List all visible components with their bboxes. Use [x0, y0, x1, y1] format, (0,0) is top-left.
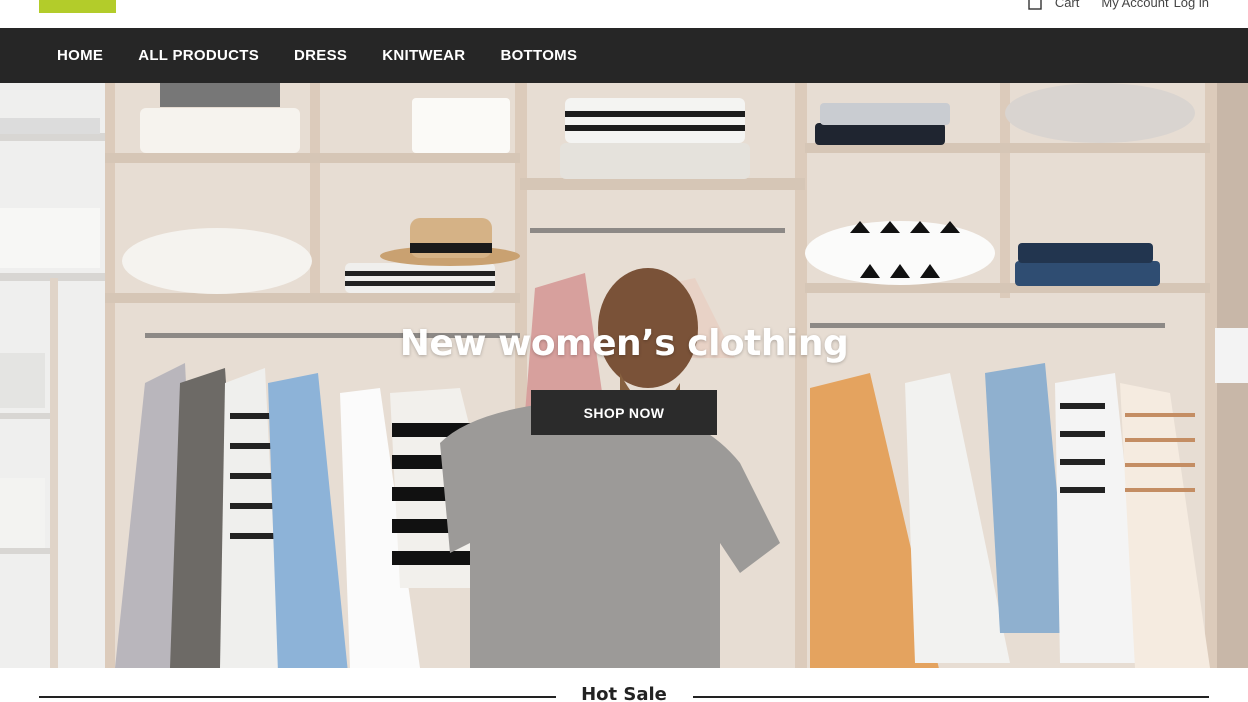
nav-item-dress[interactable]: DRESS — [294, 47, 347, 64]
shop-now-button[interactable]: SHOP NOW — [531, 390, 717, 435]
cart-link[interactable]: Cart — [1055, 0, 1080, 10]
top-header: Cart My Account Log in — [0, 0, 1248, 28]
store-logo[interactable] — [39, 0, 116, 13]
nav-item-bottoms[interactable]: BOTTOMS — [500, 47, 577, 64]
hot-sale-heading: Hot Sale — [39, 680, 1209, 702]
login-link[interactable]: Log in — [1174, 0, 1209, 10]
bag-icon[interactable] — [1028, 0, 1042, 10]
hero-image — [0, 83, 1248, 668]
nav-item-all-products[interactable]: ALL PRODUCTS — [138, 47, 259, 64]
nav-item-knitwear[interactable]: KNITWEAR — [382, 47, 465, 64]
hero-banner: New women’s clothing SHOP NOW — [0, 83, 1248, 668]
header-links: Cart My Account Log in — [1028, 0, 1209, 10]
divider-right — [693, 696, 1209, 698]
section-title: Hot Sale — [581, 684, 667, 702]
nav-item-home[interactable]: HOME — [57, 47, 103, 64]
my-account-link[interactable]: My Account — [1101, 0, 1168, 10]
main-navigation: HOME ALL PRODUCTS DRESS KNITWEAR BOTTOMS — [0, 28, 1248, 83]
hero-title: New women’s clothing — [399, 323, 849, 364]
